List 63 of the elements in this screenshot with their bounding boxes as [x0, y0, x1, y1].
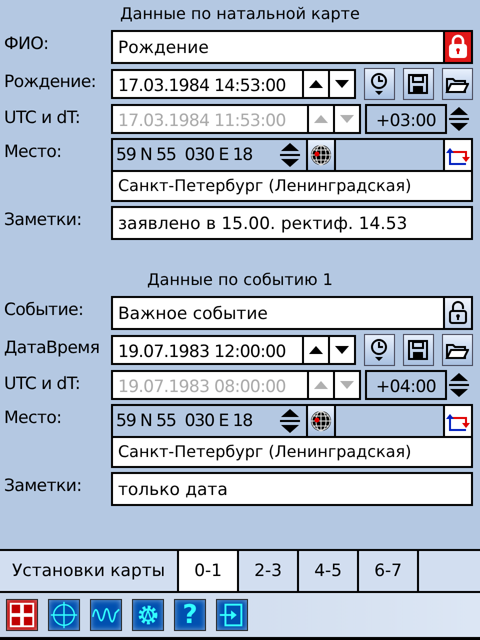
up-arrow-button[interactable] — [309, 370, 335, 400]
city-field[interactable]: Санкт-Петербург (Ленинградская) — [113, 172, 471, 200]
field-label: ДатаВремя — [3, 337, 100, 360]
tab[interactable]: 6-7 — [359, 551, 420, 591]
save-button[interactable] — [402, 68, 434, 100]
globe-icon — [309, 143, 333, 167]
field-label: Заметки: — [3, 209, 83, 232]
down-arrow-button[interactable] — [335, 370, 361, 400]
globe-icon — [309, 409, 333, 433]
field-label: UTC и dT: — [3, 107, 82, 130]
exit-button[interactable] — [216, 599, 248, 631]
padlock-icon — [446, 34, 470, 60]
clock-button[interactable] — [364, 68, 395, 100]
date-field: 17.03.1984 11:53:00 — [111, 104, 309, 134]
text-field[interactable]: Рождение — [111, 30, 445, 64]
crosshair-icon — [49, 599, 79, 631]
spinner-icon[interactable] — [447, 104, 471, 134]
up-arrow-button[interactable] — [304, 335, 330, 365]
field-label: Заметки: — [3, 475, 83, 498]
folder-button[interactable] — [442, 334, 473, 366]
field-label: Рождение: — [3, 71, 98, 94]
padlock-icon — [446, 300, 470, 326]
wave-button[interactable] — [90, 599, 122, 631]
field-label: ФИО: — [3, 33, 50, 56]
grid-button[interactable] — [6, 599, 38, 631]
tab[interactable]: 0-1 — [179, 551, 240, 591]
date-field[interactable]: 19.07.1983 12:00:00 — [111, 335, 304, 365]
save-button[interactable] — [402, 334, 434, 366]
city-field[interactable]: Санкт-Петербург (Ленинградская) — [113, 438, 471, 466]
sync-button[interactable] — [443, 140, 471, 170]
notes-field[interactable]: только дата — [111, 472, 473, 506]
up-arrow-button[interactable] — [309, 104, 335, 134]
down-arrow-button[interactable] — [335, 104, 361, 134]
date-field: 19.07.1983 08:00:00 — [111, 370, 309, 400]
spinner-icon[interactable] — [278, 406, 302, 436]
field-label: Место: — [3, 407, 63, 430]
spinner-icon[interactable] — [278, 140, 302, 170]
tab[interactable]: 2-3 — [239, 551, 300, 591]
text-field[interactable]: Важное событие — [111, 296, 445, 330]
coordinates-field[interactable]: 59 N 55 030 E 18 — [113, 140, 278, 170]
field-label: Событие: — [3, 299, 84, 322]
coordinates-field[interactable]: 59 N 55 030 E 18 — [113, 406, 278, 436]
sync-button[interactable] — [443, 406, 471, 436]
globe-button[interactable] — [306, 140, 336, 170]
up-arrow-button[interactable] — [304, 69, 330, 99]
gear-button[interactable] — [132, 599, 164, 631]
date-field[interactable]: 17.03.1984 14:53:00 — [111, 69, 304, 99]
field-label: UTC и dT: — [3, 373, 82, 396]
spinner-icon[interactable] — [447, 370, 471, 400]
crosshair-button[interactable] — [48, 599, 80, 631]
down-arrow-button[interactable] — [330, 335, 356, 365]
field-label: Место: — [3, 141, 63, 164]
down-arrow-button[interactable] — [330, 69, 356, 99]
section-title: Данные по событию 1 — [147, 269, 333, 291]
globe-button[interactable] — [306, 406, 336, 436]
section-title: Данные по натальной карте — [120, 3, 360, 25]
help-button[interactable]: ? — [174, 599, 206, 631]
tab[interactable]: 4-5 — [299, 551, 360, 591]
notes-field[interactable]: заявлено в 15.00. ректиф. 14.53 — [111, 206, 473, 240]
clock-button[interactable] — [364, 334, 395, 366]
lock-button[interactable] — [445, 30, 473, 64]
lock-button[interactable] — [445, 296, 473, 330]
folder-button[interactable] — [442, 68, 473, 100]
